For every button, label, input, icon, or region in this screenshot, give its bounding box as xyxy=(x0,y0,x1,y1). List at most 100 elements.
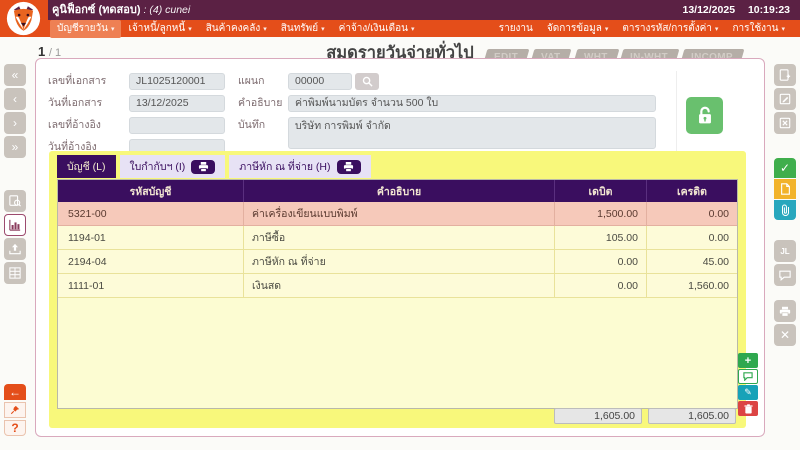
print-invoice-button[interactable] xyxy=(191,160,215,174)
new-document-button[interactable] xyxy=(774,64,796,86)
chevron-down-icon: ▾ xyxy=(188,26,192,33)
delete-row-button[interactable] xyxy=(738,401,758,416)
menu-usage[interactable]: การใช้งาน▾ xyxy=(725,20,792,38)
menu-label: รายงาน xyxy=(499,23,533,34)
current-date: 13/12/2025 xyxy=(682,4,735,16)
add-row-button[interactable]: + xyxy=(738,353,758,368)
last-record-button[interactable]: » xyxy=(4,136,26,158)
jl-badge: JL xyxy=(780,247,789,256)
detail-panel: บัญชี (L) ใบกำกับฯ (I) ภาษีหัก ณ ที่จ่าย… xyxy=(49,151,746,428)
comment-row-button[interactable] xyxy=(738,369,758,384)
prev-record-button[interactable]: ‹ xyxy=(4,88,26,110)
app-name: คูนิฟ็อกซ์ (ทดสอบ) xyxy=(52,4,140,16)
ref-no-label: เลขที่อ้างอิง xyxy=(48,117,101,134)
edit-document-icon xyxy=(779,93,791,105)
ref-no-input[interactable] xyxy=(129,117,225,134)
table-row[interactable]: 5321-00 ค่าเครื่องเขียนแบบพิมพ์ 1,500.00… xyxy=(58,202,737,226)
menu-label: บัญชีรายวัน xyxy=(57,23,108,34)
cell-description: ภาษีซื้อ xyxy=(244,226,555,250)
menu-inventory[interactable]: สินค้าคงคลัง▾ xyxy=(199,20,274,38)
table-row[interactable]: 1111-01 เงินสด 0.00 1,560.00 xyxy=(58,274,737,298)
menu-bar: บัญชีรายวัน▾ เจ้าหนี้/ลูกหนี้▾ สินค้าคงค… xyxy=(0,20,800,37)
tab-accounts[interactable]: บัญชี (L) xyxy=(57,155,116,178)
pencil-icon: ✎ xyxy=(744,387,752,398)
prev-icon: ‹ xyxy=(13,92,17,106)
journal-link-button[interactable]: JL xyxy=(774,240,796,262)
menu-daily-journal[interactable]: บัญชีรายวัน▾ xyxy=(50,20,121,38)
table-row[interactable]: 1194-01 ภาษีซื้อ 105.00 0.00 xyxy=(58,226,737,250)
document-copy-button[interactable] xyxy=(774,179,796,199)
plus-icon: + xyxy=(745,355,751,367)
edit-row-button[interactable]: ✎ xyxy=(738,385,758,400)
menu-data-management[interactable]: จัดการข้อมูล▾ xyxy=(540,20,615,38)
search-document-button[interactable] xyxy=(4,190,26,212)
menu-payable-receivable[interactable]: เจ้าหนี้/ลูกหนี้▾ xyxy=(121,20,198,38)
chart-view-button[interactable] xyxy=(4,214,26,236)
header-credit: เครดิต xyxy=(647,180,737,202)
menu-code-settings[interactable]: ตารางรหัส/การตั้งค่า▾ xyxy=(615,20,725,38)
tab-withholding-tax[interactable]: ภาษีหัก ณ ที่จ่าย (H) xyxy=(229,155,370,178)
fox-logo[interactable] xyxy=(6,1,41,36)
last-icon: » xyxy=(12,140,19,154)
doc-no-input[interactable]: JL1025120001 xyxy=(129,73,225,90)
desc-label: คำอธิบาย xyxy=(238,95,282,112)
unlock-button[interactable] xyxy=(686,97,723,134)
print-wht-button[interactable] xyxy=(337,160,361,174)
cancel-document-button[interactable] xyxy=(774,112,796,134)
table-row[interactable]: 2194-04 ภาษีหัก ณ ที่จ่าย 0.00 45.00 xyxy=(58,250,737,274)
pin-button[interactable] xyxy=(4,402,26,418)
approve-button[interactable]: ✓ xyxy=(774,158,796,178)
edit-document-button[interactable] xyxy=(774,88,796,110)
table-view-button[interactable] xyxy=(4,262,26,284)
app-window: คูนิฟ็อกซ์ (ทดสอบ) : (4) cunei 13/12/202… xyxy=(0,0,800,450)
desc-input[interactable]: ค่าพิมพ์นามบัตร จำนวน 500 ใบ xyxy=(288,95,656,112)
doc-no-label: เลขที่เอกสาร xyxy=(48,73,106,90)
upload-button[interactable] xyxy=(4,238,26,260)
chevron-down-icon: ▾ xyxy=(605,26,609,33)
pushpin-icon xyxy=(10,405,20,415)
chevron-down-icon: ▾ xyxy=(411,26,415,33)
comments-button[interactable] xyxy=(774,264,796,286)
menu-payroll[interactable]: ค่าจ้าง/เงินเดือน▾ xyxy=(332,20,422,38)
back-arrow-icon: ← xyxy=(9,385,21,399)
cell-debit: 0.00 xyxy=(555,250,647,274)
journal-lines-table: รหัสบัญชี คำอธิบาย เดบิต เครดิต 5321-00 … xyxy=(57,179,738,409)
attachment-button[interactable] xyxy=(774,200,796,220)
chevron-down-icon: ▾ xyxy=(781,26,785,33)
current-time: 10:19:23 xyxy=(748,4,790,16)
dept-search-button[interactable] xyxy=(355,73,379,90)
chevron-down-icon: ▾ xyxy=(715,26,719,33)
new-document-icon xyxy=(779,69,791,81)
cancel-document-icon xyxy=(779,117,791,129)
tab-label: บัญชี (L) xyxy=(67,158,106,175)
menu-label: ตารางรหัส/การตั้งค่า xyxy=(622,23,712,34)
cell-credit: 1,560.00 xyxy=(647,274,737,298)
tab-invoice[interactable]: ใบกำกับฯ (I) xyxy=(120,155,226,178)
search-icon xyxy=(362,76,373,87)
tab-label: ภาษีหัก ณ ที่จ่าย (H) xyxy=(239,158,330,175)
dept-label: แผนก xyxy=(238,73,264,90)
printer-icon xyxy=(779,306,791,317)
menu-assets[interactable]: สินทรัพย์▾ xyxy=(274,20,332,38)
print-button[interactable] xyxy=(774,300,796,322)
back-button[interactable]: ← xyxy=(4,384,26,400)
document-icon xyxy=(780,183,791,195)
chevron-down-icon: ▾ xyxy=(111,26,115,33)
next-icon: › xyxy=(13,116,17,130)
note-input[interactable]: บริษัท การพิมพ์ จำกัด xyxy=(288,117,656,149)
help-button[interactable]: ? xyxy=(4,420,26,436)
printer-icon xyxy=(343,162,354,172)
detail-tabs: บัญชี (L) ใบกำกับฯ (I) ภาษีหัก ณ ที่จ่าย… xyxy=(57,155,371,178)
menu-reports[interactable]: รายงาน xyxy=(492,20,540,38)
total-credit-field: 1,605.00 xyxy=(648,408,736,424)
cell-credit: 0.00 xyxy=(647,202,737,226)
close-button[interactable]: ✕ xyxy=(774,324,796,346)
menu-label: สินค้าคงคลัง xyxy=(206,23,261,34)
help-icon: ? xyxy=(11,421,18,435)
fox-icon xyxy=(6,1,41,36)
menu-label: จัดการข้อมูล xyxy=(547,23,602,34)
dept-input[interactable]: 00000 xyxy=(288,73,352,90)
first-record-button[interactable]: « xyxy=(4,64,26,86)
next-record-button[interactable]: › xyxy=(4,112,26,134)
doc-date-input[interactable]: 13/12/2025 xyxy=(129,95,225,112)
